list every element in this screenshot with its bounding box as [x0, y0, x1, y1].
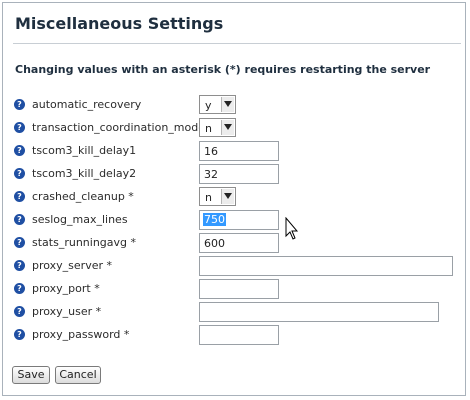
field-label: stats_runningavg *: [32, 236, 137, 249]
field-row-tscom3-kill-delay2: ? tscom3_kill_delay2 32: [0, 164, 470, 184]
field-label: proxy_user *: [32, 305, 102, 318]
chevron-down-icon[interactable]: [221, 189, 234, 204]
restart-notice: Changing values with an asterisk (*) req…: [15, 63, 431, 76]
field-label: seslog_max_lines: [32, 213, 128, 226]
help-icon[interactable]: ?: [14, 168, 25, 179]
help-icon[interactable]: ?: [14, 306, 25, 317]
help-icon[interactable]: ?: [14, 122, 25, 133]
stats-runningavg-input[interactable]: 600: [199, 233, 279, 253]
field-row-proxy-user: ? proxy_user *: [0, 302, 470, 322]
cancel-button[interactable]: Cancel: [55, 366, 101, 384]
select-value: n: [205, 191, 212, 204]
help-icon[interactable]: ?: [14, 260, 25, 271]
chevron-down-icon[interactable]: [221, 97, 234, 112]
field-row-proxy-server: ? proxy_server *: [0, 256, 470, 276]
input-value: 32: [204, 168, 218, 181]
help-icon[interactable]: ?: [14, 191, 25, 202]
input-value: 600: [204, 237, 225, 250]
chevron-down-icon[interactable]: [221, 120, 234, 135]
field-row-transaction-coordination-mode: ? transaction_coordination_mode * n: [0, 118, 470, 138]
help-icon[interactable]: ?: [14, 237, 25, 248]
input-value: 16: [204, 145, 218, 158]
title-divider: [13, 43, 461, 44]
field-label: proxy_server *: [32, 259, 112, 272]
select-value: n: [205, 122, 212, 135]
save-button[interactable]: Save: [12, 366, 50, 384]
tscom3-kill-delay2-input[interactable]: 32: [199, 164, 279, 184]
proxy-port-input[interactable]: [199, 279, 279, 299]
field-row-seslog-max-lines: ? seslog_max_lines 750: [0, 210, 470, 230]
field-label: crashed_cleanup *: [32, 190, 134, 203]
input-value-selected: 750: [203, 213, 226, 226]
page-title: Miscellaneous Settings: [15, 14, 224, 33]
help-icon[interactable]: ?: [14, 99, 25, 110]
field-row-tscom3-kill-delay1: ? tscom3_kill_delay1 16: [0, 141, 470, 161]
field-row-proxy-port: ? proxy_port *: [0, 279, 470, 299]
select-value: y: [205, 99, 212, 112]
field-row-proxy-password: ? proxy_password *: [0, 325, 470, 345]
field-label: proxy_port *: [32, 282, 100, 295]
text-cursor-icon: [285, 217, 299, 240]
field-row-stats-runningavg: ? stats_runningavg * 600: [0, 233, 470, 253]
help-icon[interactable]: ?: [14, 145, 25, 156]
crashed-cleanup-select[interactable]: n: [199, 187, 236, 206]
field-label: proxy_password *: [32, 328, 130, 341]
transaction-coordination-mode-select[interactable]: n: [199, 118, 236, 137]
seslog-max-lines-input[interactable]: 750: [199, 210, 279, 230]
proxy-password-input[interactable]: [199, 325, 279, 345]
field-row-crashed-cleanup: ? crashed_cleanup * n: [0, 187, 470, 207]
help-icon[interactable]: ?: [14, 214, 25, 225]
proxy-user-input[interactable]: [199, 302, 439, 322]
field-label: tscom3_kill_delay1: [32, 144, 137, 157]
field-label: automatic_recovery: [32, 98, 142, 111]
proxy-server-input[interactable]: [199, 256, 453, 276]
automatic-recovery-select[interactable]: y: [199, 95, 236, 114]
tscom3-kill-delay1-input[interactable]: 16: [199, 141, 279, 161]
help-icon[interactable]: ?: [14, 283, 25, 294]
field-row-automatic-recovery: ? automatic_recovery y: [0, 95, 470, 115]
field-label: tscom3_kill_delay2: [32, 167, 137, 180]
help-icon[interactable]: ?: [14, 329, 25, 340]
field-label: transaction_coordination_mode *: [32, 121, 214, 134]
